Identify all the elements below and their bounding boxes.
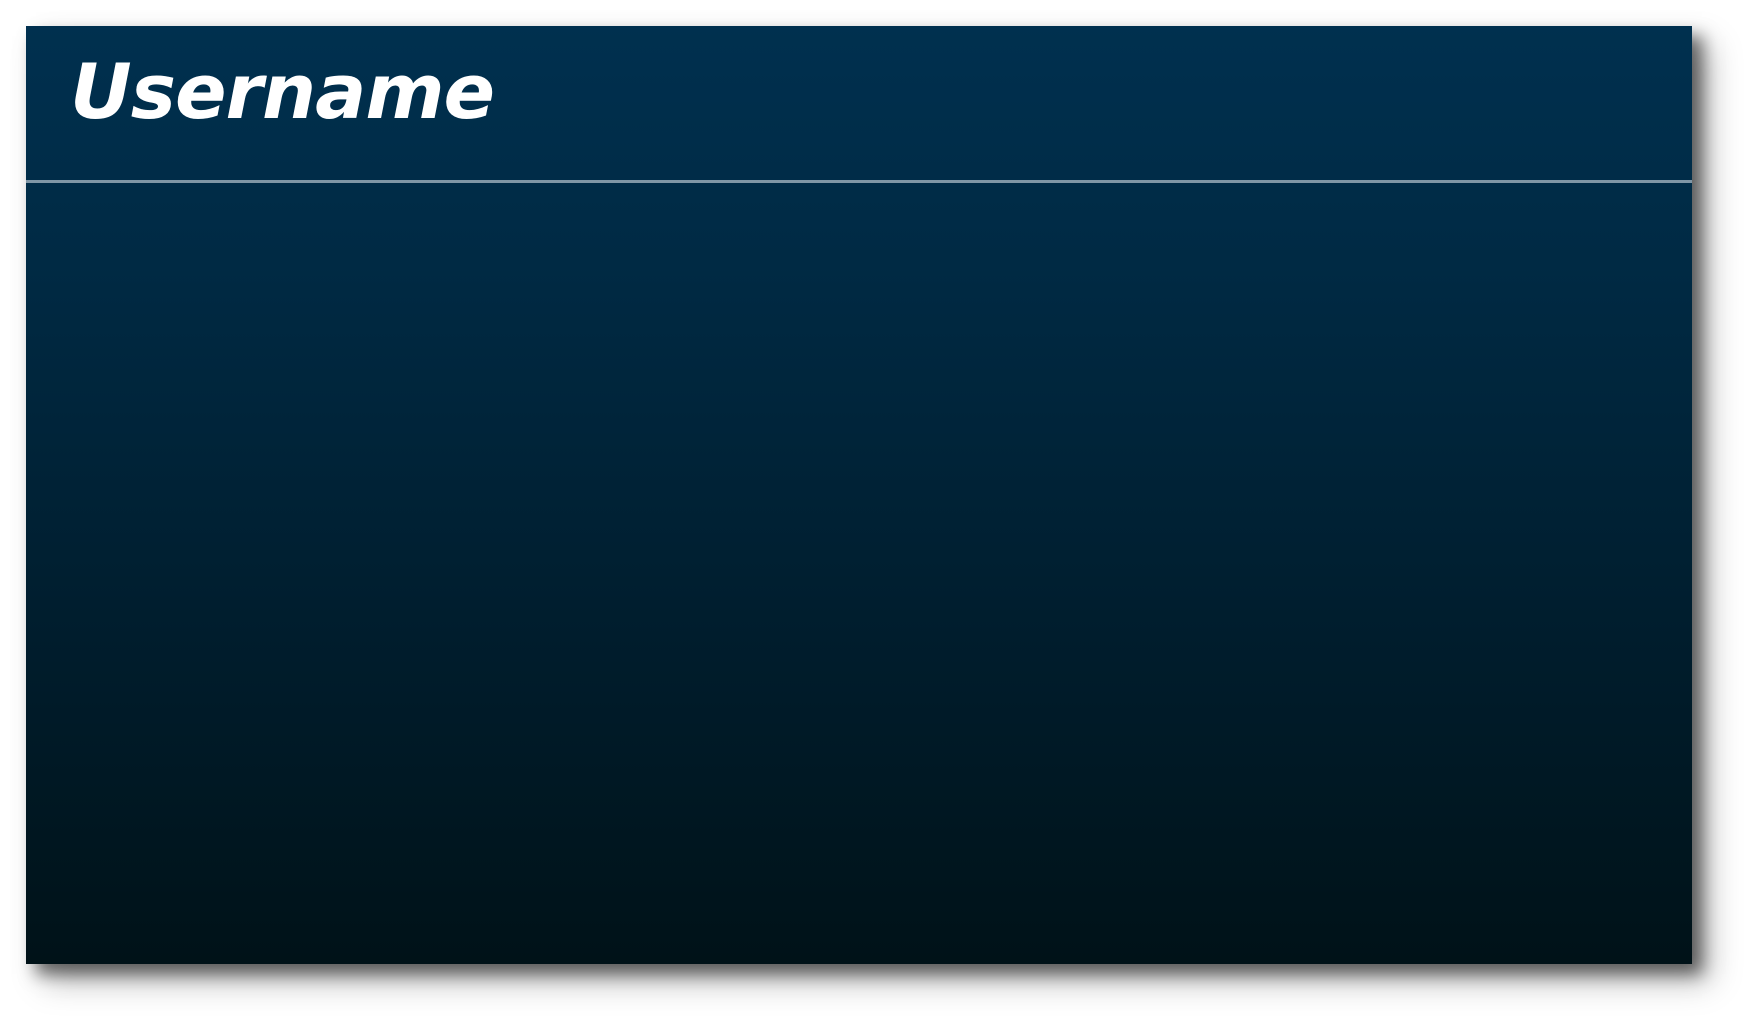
username-panel: Username bbox=[26, 26, 1692, 964]
panel-body bbox=[26, 183, 1692, 964]
panel-title: Username bbox=[70, 47, 495, 136]
screen: Username bbox=[0, 0, 1746, 1017]
panel-header: Username bbox=[26, 26, 1692, 181]
